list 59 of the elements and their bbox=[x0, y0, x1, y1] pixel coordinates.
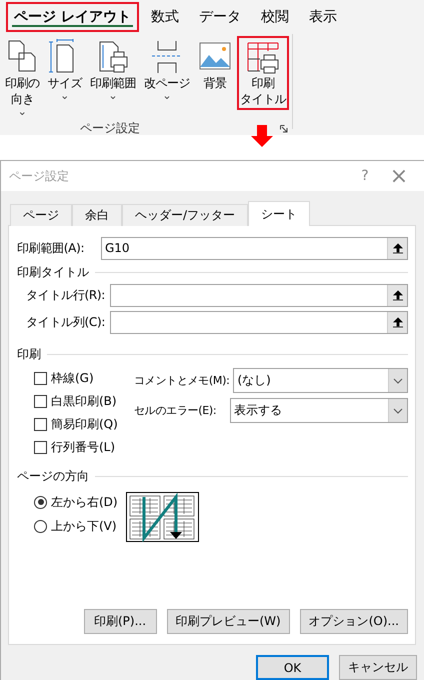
radio-button[interactable] bbox=[34, 496, 47, 508]
input-field[interactable]: G10 bbox=[101, 236, 408, 260]
checkbox-label: 白黒印刷(B) bbox=[51, 393, 117, 410]
checkbox[interactable] bbox=[34, 395, 47, 408]
collapse-icon bbox=[392, 317, 402, 328]
down-arrow-icon bbox=[250, 125, 274, 147]
field-label: 印刷範囲(A): bbox=[17, 240, 86, 256]
checkbox[interactable] bbox=[34, 441, 47, 454]
ribbon-tab[interactable]: 数式 bbox=[142, 2, 187, 32]
ribbon-button[interactable]: 印刷範囲 ⌄ bbox=[87, 36, 139, 104]
ribbon-button[interactable]: 印刷 タイトル bbox=[237, 36, 289, 110]
action-button[interactable]: オプション(O)... bbox=[300, 609, 408, 634]
checkbox-label: 簡易印刷(Q) bbox=[51, 416, 118, 433]
checkbox-label: 枠線(G) bbox=[51, 370, 94, 387]
radio-button[interactable] bbox=[34, 520, 47, 532]
dialog-tab[interactable]: ページ bbox=[10, 204, 72, 226]
field-label: タイトル列(C): bbox=[26, 314, 106, 331]
help-button[interactable]: ? bbox=[348, 168, 382, 184]
dropdown[interactable]: (なし) bbox=[233, 368, 408, 393]
ribbon-button[interactable]: 背景 bbox=[195, 36, 235, 94]
dialog-tab[interactable]: ヘッダー/フッター bbox=[122, 204, 248, 226]
input-field[interactable] bbox=[110, 284, 408, 307]
dropdown-label: コメントとメモ(M): bbox=[134, 373, 230, 388]
ribbon-button[interactable]: サイズ ⌄ bbox=[44, 36, 85, 104]
action-button[interactable]: 印刷プレビュー(W) bbox=[166, 609, 290, 634]
radio-label: 左から右(D) bbox=[51, 494, 118, 510]
ribbon-button[interactable]: 印刷の 向き ⌄ bbox=[2, 36, 42, 120]
input-field[interactable] bbox=[110, 311, 408, 334]
collapse-icon bbox=[392, 242, 402, 254]
section-heading: 印刷 bbox=[17, 346, 41, 362]
ribbon-tab[interactable]: ページ レイアウト bbox=[6, 2, 139, 32]
checkbox[interactable] bbox=[34, 372, 47, 385]
dialog-tab[interactable]: シート bbox=[248, 201, 310, 226]
ribbon-tab[interactable]: 校閲 bbox=[252, 2, 297, 32]
collapse-icon bbox=[392, 290, 402, 301]
section-heading: 印刷タイトル bbox=[17, 264, 89, 280]
close-button[interactable]: × bbox=[382, 164, 416, 188]
dialog-launcher-icon[interactable] bbox=[280, 124, 288, 132]
ribbon-tab[interactable]: データ bbox=[190, 2, 249, 32]
ribbon-tab[interactable]: 表示 bbox=[300, 2, 345, 32]
section-heading: ページの方向 bbox=[17, 468, 89, 484]
dropdown-label: セルのエラー(E): bbox=[134, 403, 218, 418]
cancel-button[interactable]: キャンセル bbox=[339, 655, 417, 680]
collapse-button[interactable] bbox=[387, 312, 407, 333]
checkbox-label: 行列番号(L) bbox=[51, 439, 116, 456]
collapse-button[interactable] bbox=[387, 238, 407, 258]
ribbon-button[interactable]: 改ページ ⌄ bbox=[141, 36, 193, 104]
chevron-down-icon bbox=[393, 408, 403, 414]
group-label: ページ設定 bbox=[80, 120, 140, 137]
chevron-down-icon bbox=[393, 378, 403, 384]
collapse-button[interactable] bbox=[387, 285, 407, 306]
dropdown[interactable]: 表示する bbox=[230, 398, 408, 423]
action-button[interactable]: 印刷(P)... bbox=[84, 609, 156, 634]
ok-button[interactable]: OK bbox=[256, 655, 329, 680]
dialog-tab[interactable]: 余白 bbox=[72, 204, 122, 226]
window-title: ページ設定 bbox=[9, 168, 70, 184]
radio-label: 上から下(V) bbox=[51, 518, 117, 534]
checkbox[interactable] bbox=[34, 418, 47, 431]
field-label: タイトル行(R): bbox=[26, 287, 106, 304]
